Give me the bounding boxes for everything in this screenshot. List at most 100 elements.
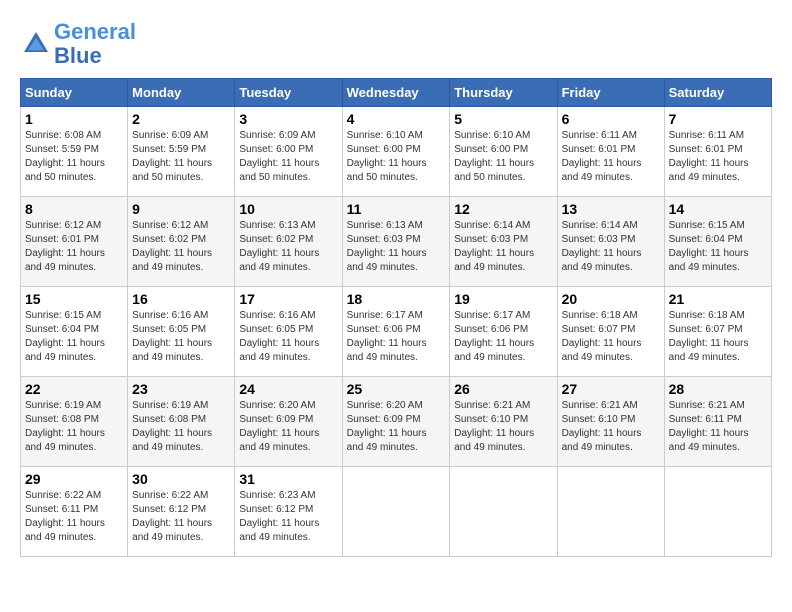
- day-info: Sunrise: 6:22 AM Sunset: 6:12 PM Dayligh…: [132, 489, 230, 545]
- weekday-header: Tuesday: [235, 79, 342, 107]
- day-number: 29: [25, 471, 123, 487]
- day-number: 3: [239, 111, 337, 127]
- day-number: 5: [454, 111, 552, 127]
- day-number: 2: [132, 111, 230, 127]
- calendar-cell: [557, 467, 664, 557]
- calendar-cell: 27 Sunrise: 6:21 AM Sunset: 6:10 PM Dayl…: [557, 377, 664, 467]
- calendar-cell: 18 Sunrise: 6:17 AM Sunset: 6:06 PM Dayl…: [342, 287, 450, 377]
- day-number: 21: [669, 291, 767, 307]
- day-info: Sunrise: 6:13 AM Sunset: 6:03 PM Dayligh…: [347, 219, 446, 275]
- calendar-cell: 30 Sunrise: 6:22 AM Sunset: 6:12 PM Dayl…: [128, 467, 235, 557]
- calendar-cell: 13 Sunrise: 6:14 AM Sunset: 6:03 PM Dayl…: [557, 197, 664, 287]
- day-info: Sunrise: 6:19 AM Sunset: 6:08 PM Dayligh…: [132, 399, 230, 455]
- day-info: Sunrise: 6:09 AM Sunset: 6:00 PM Dayligh…: [239, 129, 337, 185]
- calendar-cell: 23 Sunrise: 6:19 AM Sunset: 6:08 PM Dayl…: [128, 377, 235, 467]
- calendar-week-row: 1 Sunrise: 6:08 AM Sunset: 5:59 PM Dayli…: [21, 107, 772, 197]
- day-number: 22: [25, 381, 123, 397]
- day-info: Sunrise: 6:17 AM Sunset: 6:06 PM Dayligh…: [454, 309, 552, 365]
- weekday-header: Monday: [128, 79, 235, 107]
- calendar-week-row: 29 Sunrise: 6:22 AM Sunset: 6:11 PM Dayl…: [21, 467, 772, 557]
- day-number: 23: [132, 381, 230, 397]
- day-info: Sunrise: 6:23 AM Sunset: 6:12 PM Dayligh…: [239, 489, 337, 545]
- day-number: 12: [454, 201, 552, 217]
- calendar-cell: 31 Sunrise: 6:23 AM Sunset: 6:12 PM Dayl…: [235, 467, 342, 557]
- day-number: 13: [562, 201, 660, 217]
- day-info: Sunrise: 6:11 AM Sunset: 6:01 PM Dayligh…: [562, 129, 660, 185]
- day-info: Sunrise: 6:08 AM Sunset: 5:59 PM Dayligh…: [25, 129, 123, 185]
- day-number: 31: [239, 471, 337, 487]
- day-number: 4: [347, 111, 446, 127]
- calendar-cell: 16 Sunrise: 6:16 AM Sunset: 6:05 PM Dayl…: [128, 287, 235, 377]
- calendar-cell: 4 Sunrise: 6:10 AM Sunset: 6:00 PM Dayli…: [342, 107, 450, 197]
- calendar-cell: 17 Sunrise: 6:16 AM Sunset: 6:05 PM Dayl…: [235, 287, 342, 377]
- calendar-cell: 5 Sunrise: 6:10 AM Sunset: 6:00 PM Dayli…: [450, 107, 557, 197]
- calendar-cell: 1 Sunrise: 6:08 AM Sunset: 5:59 PM Dayli…: [21, 107, 128, 197]
- day-number: 19: [454, 291, 552, 307]
- day-info: Sunrise: 6:11 AM Sunset: 6:01 PM Dayligh…: [669, 129, 767, 185]
- day-number: 11: [347, 201, 446, 217]
- weekday-header: Sunday: [21, 79, 128, 107]
- calendar-cell: [450, 467, 557, 557]
- calendar-cell: 10 Sunrise: 6:13 AM Sunset: 6:02 PM Dayl…: [235, 197, 342, 287]
- calendar-cell: [664, 467, 771, 557]
- day-number: 10: [239, 201, 337, 217]
- day-number: 20: [562, 291, 660, 307]
- weekday-header: Wednesday: [342, 79, 450, 107]
- calendar-table: SundayMondayTuesdayWednesdayThursdayFrid…: [20, 78, 772, 557]
- day-number: 17: [239, 291, 337, 307]
- calendar-cell: 2 Sunrise: 6:09 AM Sunset: 5:59 PM Dayli…: [128, 107, 235, 197]
- day-number: 7: [669, 111, 767, 127]
- weekday-header: Friday: [557, 79, 664, 107]
- day-number: 28: [669, 381, 767, 397]
- day-number: 27: [562, 381, 660, 397]
- calendar-week-row: 8 Sunrise: 6:12 AM Sunset: 6:01 PM Dayli…: [21, 197, 772, 287]
- calendar-cell: 8 Sunrise: 6:12 AM Sunset: 6:01 PM Dayli…: [21, 197, 128, 287]
- calendar-cell: 9 Sunrise: 6:12 AM Sunset: 6:02 PM Dayli…: [128, 197, 235, 287]
- day-info: Sunrise: 6:20 AM Sunset: 6:09 PM Dayligh…: [239, 399, 337, 455]
- logo-icon: [20, 28, 52, 60]
- weekday-header: Saturday: [664, 79, 771, 107]
- day-info: Sunrise: 6:21 AM Sunset: 6:11 PM Dayligh…: [669, 399, 767, 455]
- calendar-cell: 11 Sunrise: 6:13 AM Sunset: 6:03 PM Dayl…: [342, 197, 450, 287]
- day-info: Sunrise: 6:12 AM Sunset: 6:02 PM Dayligh…: [132, 219, 230, 275]
- calendar-cell: [342, 467, 450, 557]
- calendar-cell: 14 Sunrise: 6:15 AM Sunset: 6:04 PM Dayl…: [664, 197, 771, 287]
- day-info: Sunrise: 6:15 AM Sunset: 6:04 PM Dayligh…: [25, 309, 123, 365]
- day-number: 15: [25, 291, 123, 307]
- day-info: Sunrise: 6:18 AM Sunset: 6:07 PM Dayligh…: [669, 309, 767, 365]
- day-info: Sunrise: 6:17 AM Sunset: 6:06 PM Dayligh…: [347, 309, 446, 365]
- day-info: Sunrise: 6:22 AM Sunset: 6:11 PM Dayligh…: [25, 489, 123, 545]
- calendar-header-row: SundayMondayTuesdayWednesdayThursdayFrid…: [21, 79, 772, 107]
- day-info: Sunrise: 6:21 AM Sunset: 6:10 PM Dayligh…: [454, 399, 552, 455]
- calendar-cell: 6 Sunrise: 6:11 AM Sunset: 6:01 PM Dayli…: [557, 107, 664, 197]
- day-info: Sunrise: 6:12 AM Sunset: 6:01 PM Dayligh…: [25, 219, 123, 275]
- day-info: Sunrise: 6:21 AM Sunset: 6:10 PM Dayligh…: [562, 399, 660, 455]
- calendar-cell: 21 Sunrise: 6:18 AM Sunset: 6:07 PM Dayl…: [664, 287, 771, 377]
- day-number: 8: [25, 201, 123, 217]
- day-number: 30: [132, 471, 230, 487]
- day-number: 26: [454, 381, 552, 397]
- day-info: Sunrise: 6:15 AM Sunset: 6:04 PM Dayligh…: [669, 219, 767, 275]
- day-info: Sunrise: 6:14 AM Sunset: 6:03 PM Dayligh…: [454, 219, 552, 275]
- calendar-cell: 12 Sunrise: 6:14 AM Sunset: 6:03 PM Dayl…: [450, 197, 557, 287]
- day-info: Sunrise: 6:09 AM Sunset: 5:59 PM Dayligh…: [132, 129, 230, 185]
- calendar-cell: 29 Sunrise: 6:22 AM Sunset: 6:11 PM Dayl…: [21, 467, 128, 557]
- calendar-week-row: 15 Sunrise: 6:15 AM Sunset: 6:04 PM Dayl…: [21, 287, 772, 377]
- calendar-cell: 19 Sunrise: 6:17 AM Sunset: 6:06 PM Dayl…: [450, 287, 557, 377]
- day-number: 9: [132, 201, 230, 217]
- day-info: Sunrise: 6:10 AM Sunset: 6:00 PM Dayligh…: [347, 129, 446, 185]
- calendar-cell: 20 Sunrise: 6:18 AM Sunset: 6:07 PM Dayl…: [557, 287, 664, 377]
- day-number: 24: [239, 381, 337, 397]
- day-info: Sunrise: 6:19 AM Sunset: 6:08 PM Dayligh…: [25, 399, 123, 455]
- calendar-cell: 24 Sunrise: 6:20 AM Sunset: 6:09 PM Dayl…: [235, 377, 342, 467]
- day-number: 25: [347, 381, 446, 397]
- calendar-cell: 28 Sunrise: 6:21 AM Sunset: 6:11 PM Dayl…: [664, 377, 771, 467]
- logo-text: GeneralBlue: [54, 20, 136, 68]
- day-info: Sunrise: 6:13 AM Sunset: 6:02 PM Dayligh…: [239, 219, 337, 275]
- logo: GeneralBlue: [20, 20, 136, 68]
- weekday-header: Thursday: [450, 79, 557, 107]
- day-number: 14: [669, 201, 767, 217]
- calendar-cell: 3 Sunrise: 6:09 AM Sunset: 6:00 PM Dayli…: [235, 107, 342, 197]
- calendar-cell: 22 Sunrise: 6:19 AM Sunset: 6:08 PM Dayl…: [21, 377, 128, 467]
- day-number: 16: [132, 291, 230, 307]
